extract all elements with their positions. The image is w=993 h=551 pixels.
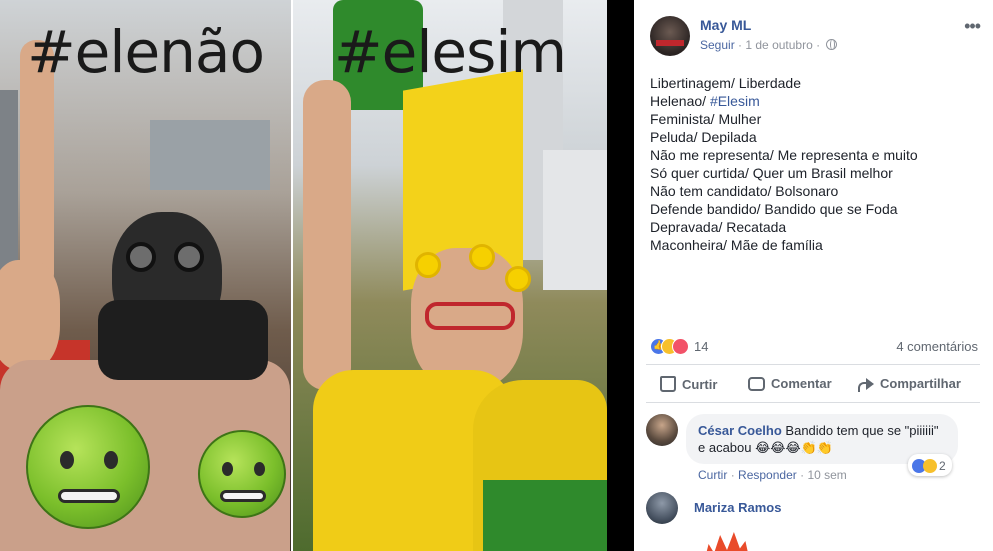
- post-actions: Curtir Comentar Compartilhar: [646, 370, 980, 400]
- emoji-eye: [104, 451, 118, 469]
- divider: [646, 364, 980, 365]
- post-side-panel: May ML Seguir · 1 de outubro · ••• Liber…: [634, 0, 993, 551]
- hashtag-link[interactable]: #Elesim: [710, 93, 760, 109]
- flower: [415, 252, 441, 278]
- like-button[interactable]: Curtir: [660, 376, 717, 392]
- commenter-avatar[interactable]: [646, 414, 678, 446]
- comment-age[interactable]: 10 sem: [807, 468, 846, 482]
- comment-button[interactable]: Comentar: [748, 376, 832, 391]
- post-photo[interactable]: #elenão #elesim: [0, 0, 634, 551]
- share-label: Compartilhar: [880, 376, 961, 391]
- emoji-mouth: [220, 490, 266, 502]
- comment-text: e acabou 😂😂😂👏👏: [698, 440, 834, 455]
- comment-sticker: [698, 526, 758, 551]
- post-text-line: Libertinagem/ Liberdade: [650, 75, 801, 91]
- comment-reply-link[interactable]: Responder: [738, 468, 797, 482]
- comment-reaction-count: 2: [939, 459, 946, 473]
- background-building: [150, 120, 270, 190]
- emoji-mouth: [58, 489, 120, 503]
- comment-bubble-icon: [748, 376, 765, 391]
- commenter-name[interactable]: César Coelho: [698, 423, 782, 438]
- nauseated-emoji-icon: [198, 430, 286, 518]
- commenter-name[interactable]: Mariza Ramos: [694, 500, 781, 515]
- share-button[interactable]: Compartilhar: [858, 376, 961, 392]
- post-text-line: Peluda/ Depilada: [650, 129, 757, 145]
- green-skirt: [483, 480, 607, 551]
- post-text-line: Não me representa/ Me representa e muito: [650, 147, 918, 163]
- love-icon: [672, 338, 689, 355]
- flower: [469, 244, 495, 270]
- emoji-eye: [222, 462, 233, 476]
- thumbs-up-icon: [660, 376, 676, 392]
- post-text-line: Não tem candidato/ Bolsonaro: [650, 183, 839, 199]
- haha-icon: [923, 459, 937, 473]
- reaction-count[interactable]: 14: [694, 339, 708, 354]
- like-label: Curtir: [682, 376, 718, 392]
- woman-face: [0, 260, 60, 370]
- post-meta: Seguir · 1 de outubro ·: [700, 38, 838, 52]
- reactions-summary[interactable]: 14 4 comentários: [650, 338, 978, 356]
- hashtag-elesim: #elesim: [334, 18, 567, 86]
- comment-text: Bandido tem que se "piiiiii": [781, 423, 939, 438]
- background-building: [543, 150, 607, 290]
- post-text-line: Depravada/ Recatada: [650, 219, 787, 235]
- commenter-avatar[interactable]: [646, 492, 678, 524]
- comment-item: Mariza Ramos: [646, 492, 980, 532]
- glasses: [425, 302, 515, 330]
- globe-icon[interactable]: [826, 39, 838, 50]
- comment-like-link[interactable]: Curtir: [698, 468, 727, 482]
- meta-separator: ·: [816, 38, 821, 52]
- photo-panel-elenao: #elenão: [0, 0, 291, 551]
- share-arrow-icon: [858, 377, 874, 392]
- post-text-fragment: Helenao/: [650, 93, 710, 109]
- hashtag-elenao: #elenão: [27, 18, 265, 86]
- follow-link[interactable]: Seguir: [700, 38, 735, 52]
- dark-shirt: [98, 300, 268, 380]
- more-options-icon[interactable]: •••: [964, 16, 981, 37]
- post-text-line: Maconheira/ Mãe de família: [650, 237, 823, 253]
- comment-item: César Coelho Bandido tem que se "piiiiii…: [646, 414, 980, 484]
- comment-actions: Curtir · Responder · 10 sem: [698, 468, 847, 482]
- comments-count[interactable]: 4 comentários: [896, 339, 978, 354]
- post-text-line: Helenao/ #Elesim: [650, 92, 980, 110]
- emoji-eye: [60, 451, 74, 469]
- flower: [505, 266, 531, 292]
- post-date[interactable]: 1 de outubro: [745, 38, 812, 52]
- post-header: May ML Seguir · 1 de outubro · •••: [650, 16, 981, 56]
- post-text: Libertinagem/ Liberdade Helenao/ #Elesim…: [650, 74, 980, 254]
- comment-reactions[interactable]: 2: [908, 454, 952, 476]
- post-text-line: Defende bandido/ Bandido que se Foda: [650, 201, 898, 217]
- mask-lens-left: [126, 242, 156, 272]
- photo-panel-elesim: #elesim: [293, 0, 607, 551]
- author-avatar[interactable]: [650, 16, 690, 56]
- meta-separator: ·: [730, 468, 735, 482]
- divider: [646, 402, 980, 403]
- comment-label: Comentar: [771, 376, 832, 391]
- raised-arm: [303, 80, 351, 390]
- photo-collage: #elenão #elesim: [0, 0, 607, 551]
- post-text-line: Só quer curtida/ Quer um Brasil melhor: [650, 165, 893, 181]
- post-text-line: Feminista/ Mulher: [650, 111, 762, 127]
- nauseated-emoji-icon: [26, 405, 150, 529]
- meta-separator: ·: [800, 468, 805, 482]
- emoji-eye: [254, 462, 265, 476]
- mask-lens-right: [174, 242, 204, 272]
- meta-separator: ·: [738, 38, 743, 52]
- author-name[interactable]: May ML: [700, 17, 751, 33]
